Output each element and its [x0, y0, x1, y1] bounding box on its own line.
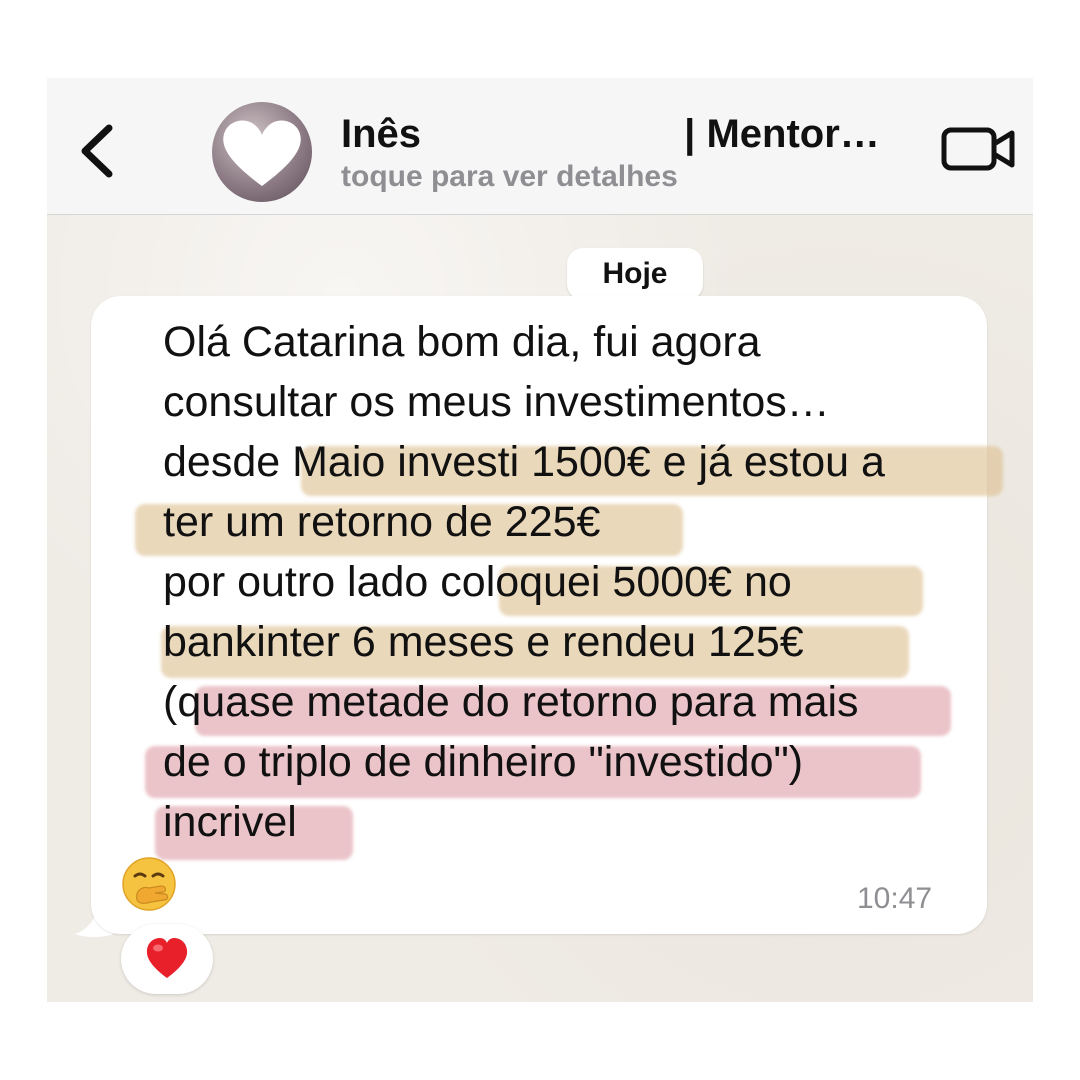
message-line: (quase metade do retorno para mais [163, 678, 859, 726]
contact-role: | Mentor… [684, 112, 880, 156]
date-separator: Hoje [567, 248, 703, 300]
reaction-badge[interactable] [121, 924, 213, 994]
back-button[interactable] [75, 118, 125, 184]
message-line: ter um retorno de 225€ [163, 498, 601, 546]
message-line: consultar os meus investimentos… [163, 378, 830, 426]
chat-header: Inês | Mentor… toque para ver detalhes [47, 78, 1033, 215]
hand-over-mouth-emoji-icon [122, 857, 176, 911]
message-line: bankinter 6 meses e rendeu 125€ [163, 618, 804, 666]
message-line: Olá Catarina bom dia, fui agora [163, 318, 761, 366]
video-camera-icon [941, 127, 1015, 171]
message-timestamp: 10:47 [857, 882, 933, 915]
message-line: de o triplo de dinheiro "investido") [163, 738, 804, 786]
redacted-surname [421, 115, 674, 153]
contact-first-name: Inês [341, 112, 422, 156]
heart-icon [223, 120, 301, 186]
video-call-button[interactable] [941, 124, 1017, 174]
heart-reaction-icon [146, 938, 188, 978]
avatar[interactable] [212, 102, 312, 202]
contact-name[interactable]: Inês | Mentor… [341, 112, 921, 157]
message-line: incrivel [163, 798, 297, 846]
message-line: por outro lado coloquei 5000€ no [163, 558, 792, 606]
contact-subtitle[interactable]: toque para ver detalhes [341, 160, 678, 194]
message-bubble[interactable]: Olá Catarina bom dia, fui agora consulta… [91, 296, 1003, 934]
chevron-left-icon [81, 124, 113, 178]
message-line: desde Maio investi 1500€ e já estou a [163, 438, 885, 486]
chat-screen: Inês | Mentor… toque para ver detalhes H… [47, 78, 1033, 1002]
